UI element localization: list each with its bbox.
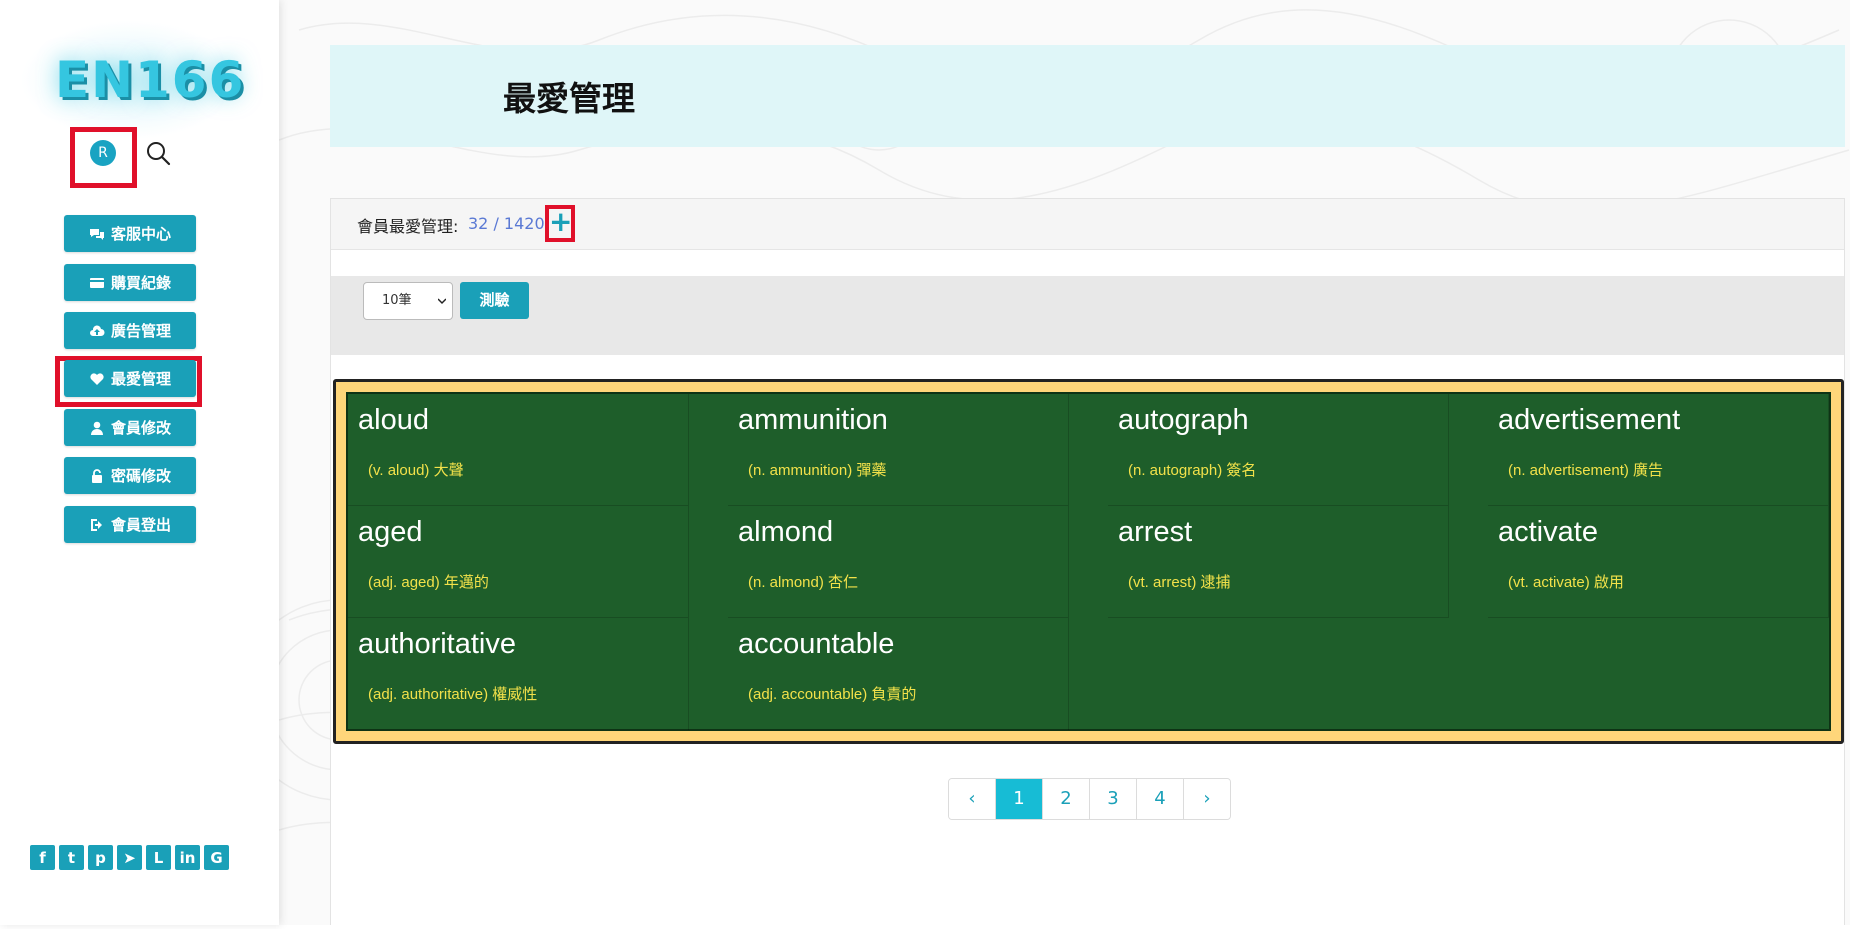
- unlock-icon: [91, 468, 102, 483]
- nav-label: 客服中心: [110, 225, 171, 243]
- word-card[interactable]: advertisement (n. advertisement) 廣告: [1488, 394, 1829, 506]
- nav-label: 密碼修改: [110, 467, 171, 485]
- nav-logout-button[interactable]: 會員登出: [64, 506, 196, 543]
- word-card[interactable]: ammunition (n. ammunition) 彈藥: [728, 394, 1069, 506]
- favorites-panel: 會員最愛管理: 32 / 1420 + 10筆 測驗 aloud (v. alo…: [330, 198, 1845, 925]
- card-icon: [89, 277, 104, 288]
- pagination: ‹ 1 2 3 4 ›: [948, 778, 1231, 820]
- word-text: ammunition: [738, 404, 888, 436]
- comments-icon: [89, 228, 104, 240]
- word-text: advertisement: [1498, 404, 1681, 436]
- nav-password-edit-button[interactable]: 密碼修改: [64, 457, 196, 494]
- word-definition: (vt. activate) 啟用: [1508, 574, 1624, 591]
- sign-out-icon: [90, 518, 102, 531]
- page-title: 最愛管理: [503, 79, 635, 118]
- pagination-page-1[interactable]: 1: [996, 779, 1043, 819]
- linkedin-icon[interactable]: in: [175, 845, 200, 870]
- logo[interactable]: EN166: [55, 50, 243, 110]
- page-size-value: 10筆: [382, 293, 412, 308]
- word-card[interactable]: autograph (n. autograph) 簽名: [1108, 394, 1449, 506]
- pagination-page-2[interactable]: 2: [1043, 779, 1090, 819]
- word-definition: (adj. authoritative) 權威性: [368, 686, 538, 703]
- word-card[interactable]: authoritative (adj. authoritative) 權威性: [348, 618, 689, 730]
- pagination-page-3[interactable]: 3: [1090, 779, 1137, 819]
- user-icon: [90, 421, 103, 435]
- nav-label: 會員修改: [110, 419, 171, 437]
- add-favorite-button[interactable]: +: [545, 205, 575, 242]
- nav-label: 廣告管理: [110, 322, 171, 340]
- nav-label: 會員登出: [110, 516, 171, 534]
- facebook-icon[interactable]: f: [30, 845, 55, 870]
- favorites-board: aloud (v. aloud) 大聲 ammunition (n. ammun…: [333, 379, 1844, 744]
- word-definition: (n. almond) 杏仁: [748, 574, 859, 591]
- word-definition: (n. ammunition) 彈藥: [748, 462, 887, 479]
- nav-customer-service-button[interactable]: 客服中心: [64, 215, 196, 252]
- word-grid: aloud (v. aloud) 大聲 ammunition (n. ammun…: [346, 392, 1831, 731]
- nav-favorites-button[interactable]: 最愛管理: [64, 360, 196, 397]
- word-text: arrest: [1118, 516, 1193, 548]
- word-definition: (v. aloud) 大聲: [368, 462, 464, 479]
- word-text: authoritative: [358, 628, 516, 660]
- word-definition: (adj. aged) 年邁的: [368, 574, 489, 591]
- word-card[interactable]: arrest (vt. arrest) 逮捕: [1108, 506, 1449, 618]
- panel-header: 會員最愛管理: 32 / 1420 +: [331, 199, 1844, 250]
- social-links: f t p ➤ L in G: [30, 845, 229, 870]
- word-text: accountable: [738, 628, 895, 660]
- word-text: aloud: [358, 404, 429, 436]
- google-icon[interactable]: G: [204, 845, 229, 870]
- nav-purchase-history-button[interactable]: 購買紀錄: [64, 264, 196, 301]
- pagination-next[interactable]: ›: [1184, 779, 1230, 819]
- sidebar: EN166 R 客服中心 購買紀錄 廣告管理 最愛管理 會員修改 密碼修改 會員…: [0, 0, 279, 925]
- word-definition: (n. advertisement) 廣告: [1508, 462, 1664, 479]
- word-card[interactable]: activate (vt. activate) 啟用: [1488, 506, 1829, 618]
- line-icon[interactable]: L: [146, 845, 171, 870]
- toolbar: 10筆 測驗: [331, 276, 1844, 355]
- favorites-count: 32 / 1420: [468, 214, 545, 233]
- word-definition: (vt. arrest) 逮捕: [1128, 574, 1231, 591]
- telegram-icon[interactable]: ➤: [117, 845, 142, 870]
- twitter-icon[interactable]: t: [59, 845, 84, 870]
- nav-ad-management-button[interactable]: 廣告管理: [64, 312, 196, 349]
- nav-label: 最愛管理: [110, 370, 171, 388]
- pagination-page-4[interactable]: 4: [1137, 779, 1184, 819]
- word-text: aged: [358, 516, 423, 548]
- avatar[interactable]: R: [90, 140, 116, 166]
- chevron-down-icon: [438, 298, 446, 305]
- word-text: almond: [738, 516, 834, 548]
- quiz-button[interactable]: 測驗: [460, 282, 529, 319]
- panel-label: 會員最愛管理:: [357, 217, 459, 236]
- page-size-select[interactable]: 10筆: [363, 282, 453, 320]
- nav-member-edit-button[interactable]: 會員修改: [64, 409, 196, 446]
- cloud-upload-icon: [89, 324, 105, 336]
- pagination-prev[interactable]: ‹: [949, 779, 996, 819]
- pinterest-icon[interactable]: p: [88, 845, 113, 870]
- word-text: activate: [1498, 516, 1598, 548]
- heart-icon: [90, 372, 104, 385]
- word-card[interactable]: aged (adj. aged) 年邁的: [348, 506, 689, 618]
- word-definition: (adj. accountable) 負責的: [748, 686, 917, 703]
- word-card[interactable]: accountable (adj. accountable) 負責的: [728, 618, 1069, 730]
- word-text: autograph: [1118, 404, 1249, 436]
- word-card[interactable]: aloud (v. aloud) 大聲: [348, 394, 689, 506]
- word-definition: (n. autograph) 簽名: [1128, 462, 1257, 479]
- search-icon[interactable]: [145, 140, 171, 166]
- word-card[interactable]: almond (n. almond) 杏仁: [728, 506, 1069, 618]
- nav-label: 購買紀錄: [110, 274, 171, 292]
